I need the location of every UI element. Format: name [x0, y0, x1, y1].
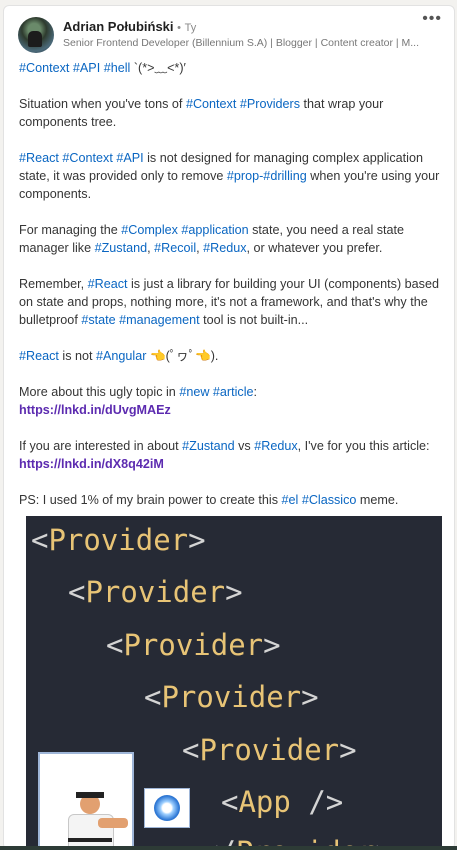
tag-bracket: <: [182, 733, 200, 767]
tag-bracket: >: [188, 523, 206, 557]
tag-name: Provider: [199, 733, 340, 767]
post-header: Adrian Połubiński • Ty Senior Frontend D…: [18, 10, 448, 60]
tag-name: Provider: [161, 680, 302, 714]
tag-bracket: <: [68, 575, 86, 609]
post-paragraph: If you are interested in about #Zustand …: [19, 437, 444, 473]
tag-name: App: [238, 785, 291, 819]
tag-bracket: <: [106, 628, 124, 662]
tag-bracket: >: [263, 628, 281, 662]
tag-bracket: >: [301, 680, 319, 714]
post-body: #Context #API #hell `(*>﹏<*)′ Situation w…: [19, 59, 444, 527]
hashtag-link[interactable]: #Angular: [96, 349, 146, 363]
post-text: tool is not built-in...: [199, 313, 309, 327]
meme-code-line: <Provider>: [106, 629, 281, 661]
hashtag-link[interactable]: #application: [181, 223, 248, 237]
meme-code-line: <App />: [221, 786, 343, 818]
post-text: meme.: [356, 493, 399, 507]
article-link[interactable]: https://lnkd.in/dUvgMAEz: [19, 403, 171, 417]
hashtag-link[interactable]: #Complex: [121, 223, 178, 237]
hashtag-link[interactable]: #prop-#drilling: [227, 169, 307, 183]
bottom-bar: [0, 846, 457, 850]
hashtag-link[interactable]: #Redux: [254, 439, 297, 453]
tag-bracket: <: [144, 680, 162, 714]
hashtag-link[interactable]: #Context: [186, 97, 236, 111]
post-text: , I've for you this article:: [297, 439, 430, 453]
hashtag-link[interactable]: #API: [73, 61, 100, 75]
backhand-index-pointing-left-icon: 👈: [149, 349, 166, 363]
post-paragraph: #React #Context #API is not designed for…: [19, 149, 444, 203]
hashtag-link[interactable]: #Zustand: [95, 241, 148, 255]
backhand-index-pointing-left-icon: 👈: [195, 349, 211, 363]
author-headline: Senior Frontend Developer (Billennium S.…: [63, 37, 420, 49]
tag-bracket: >: [339, 733, 357, 767]
hashtag-link[interactable]: #API: [116, 151, 143, 165]
post-text: Situation when you've tons of: [19, 97, 186, 111]
post-paragraph: Remember, #React is just a library for b…: [19, 275, 444, 329]
meme-code-line: <Provider>: [31, 524, 206, 556]
tag-name: Provider: [85, 575, 226, 609]
post-paragraph: For managing the #Complex #application s…: [19, 221, 444, 257]
post-text: If you are interested in about: [19, 439, 183, 453]
post-text: (ﾟヮﾟ: [165, 349, 196, 363]
meme-code-line: <Provider>: [182, 734, 357, 766]
post-text: For managing the: [19, 223, 122, 237]
hashtag-link[interactable]: #Classico: [302, 493, 357, 507]
tag-bracket: >: [225, 575, 243, 609]
hashtag-link[interactable]: #state: [81, 313, 115, 327]
more-options-icon[interactable]: •••: [422, 10, 442, 28]
tag-bracket: <: [221, 785, 239, 819]
hashtag-link[interactable]: #React: [88, 277, 128, 291]
hashtag-link[interactable]: #React: [19, 349, 59, 363]
post-text: vs: [234, 439, 255, 453]
hashtag-link[interactable]: #el: [282, 493, 299, 507]
hashtag-link[interactable]: #hell: [104, 61, 131, 75]
article-link[interactable]: https://lnkd.in/dX8q42iM: [19, 457, 164, 471]
hadouken-energy-icon: [144, 788, 190, 828]
author-line: Adrian Połubiński • Ty: [63, 19, 196, 34]
post-paragraph: Situation when you've tons of #Context #…: [19, 95, 444, 131]
post-paragraph: More about this ugly topic in #new #arti…: [19, 383, 444, 419]
hashtag-link[interactable]: #article: [213, 385, 254, 399]
post-text: is not: [58, 349, 97, 363]
post-age: Ty: [184, 22, 197, 34]
tag-name: Provider: [48, 523, 189, 557]
hashtag-link[interactable]: #Redux: [203, 241, 246, 255]
tag-name: Provider: [123, 628, 264, 662]
hashtag-link[interactable]: #new: [179, 385, 209, 399]
dot-separator: •: [177, 22, 181, 34]
avatar[interactable]: [18, 17, 54, 53]
post-text: , or whatever you prefer.: [246, 241, 383, 255]
hashtag-link[interactable]: #Context: [19, 61, 69, 75]
post-text: More about this ugly topic in: [19, 385, 180, 399]
post-text: :: [253, 385, 258, 399]
meme-code-line: <Provider>: [68, 576, 243, 608]
post-text: Remember,: [19, 277, 88, 291]
post-paragraph: PS: I used 1% of my brain power to creat…: [19, 491, 444, 509]
tag-bracket: <: [31, 523, 49, 557]
hashtag-link[interactable]: #React: [19, 151, 59, 165]
post-paragraph: #React is not #Angular 👈(ﾟヮﾟ👈).: [19, 347, 444, 365]
post-card: Adrian Połubiński • Ty Senior Frontend D…: [3, 5, 455, 850]
post-paragraph: #Context #API #hell `(*>﹏<*)′: [19, 59, 444, 77]
meme-code-line: <Provider>: [144, 681, 319, 713]
fighter-sprite: [38, 752, 134, 849]
meme-image[interactable]: <Provider> <Provider> <Provider> <Provider>…: [26, 516, 442, 849]
post-text: `(*>﹏<*)′: [130, 61, 186, 75]
hashtag-link[interactable]: #Zustand: [182, 439, 235, 453]
tag-bracket: />: [290, 785, 344, 819]
hashtag-link[interactable]: #management: [119, 313, 200, 327]
hashtag-link[interactable]: #Context: [62, 151, 112, 165]
hashtag-link[interactable]: #Providers: [240, 97, 300, 111]
hashtag-link[interactable]: #Recoil: [154, 241, 196, 255]
post-text: PS: I used 1% of my brain power to creat…: [19, 493, 282, 507]
author-name[interactable]: Adrian Połubiński: [63, 19, 174, 34]
post-text: ).: [210, 349, 219, 363]
